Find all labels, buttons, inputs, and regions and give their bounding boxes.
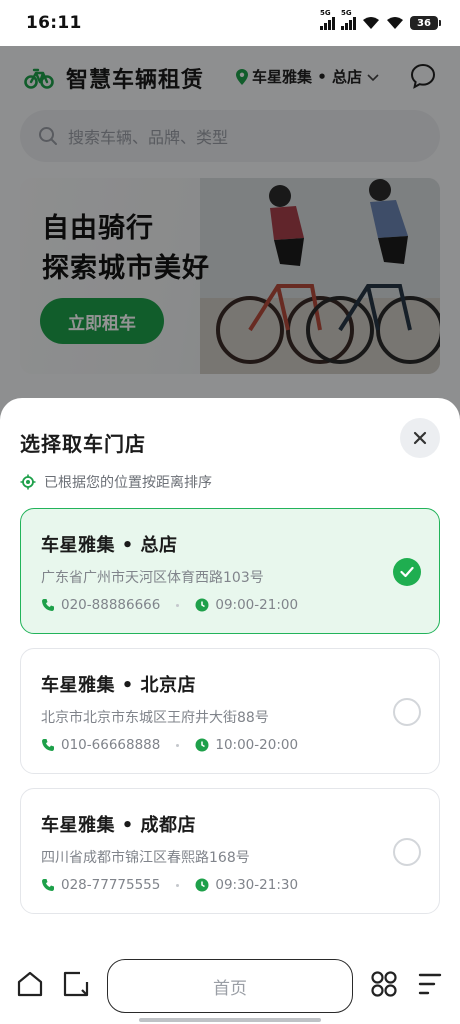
- clock-icon: [195, 598, 209, 612]
- signal-icon: 5G: [341, 9, 356, 30]
- store-meta: 020-88886666 09:00-21:00: [41, 597, 298, 613]
- home-icon[interactable]: [16, 970, 44, 998]
- store-phone: 028-77775555: [61, 877, 161, 893]
- store-meta: 028-77775555 09:30-21:30: [41, 877, 298, 893]
- clock-icon: [195, 878, 209, 892]
- wifi-icon: [387, 17, 403, 29]
- store-card[interactable]: 车星雅集 • 成都店 四川省成都市锦江区春熙路168号 028-77775555…: [20, 788, 440, 914]
- store-name: 车星雅集 • 成都店: [41, 815, 197, 836]
- store-hours: 09:00-21:00: [215, 597, 299, 613]
- locate-icon: [20, 474, 36, 490]
- store-card[interactable]: 车星雅集 • 北京店 北京市北京市东城区王府井大街88号 010-6666888…: [20, 648, 440, 774]
- battery-icon: 36: [410, 16, 441, 30]
- store-picker-sheet: 选择取车门店 已根据您的位置按距离排序 车星雅集 • 总店 广东省广州市天河区体…: [0, 398, 460, 1024]
- store-address: 北京市北京市东城区王府井大街88号: [41, 710, 269, 726]
- home-tab[interactable]: 首页: [107, 959, 353, 1013]
- gesture-bar: [139, 1018, 321, 1022]
- grid-icon[interactable]: [370, 970, 398, 998]
- close-icon: [413, 431, 427, 445]
- separator-dot: [176, 883, 180, 887]
- sort-hint: 已根据您的位置按距离排序: [20, 472, 212, 492]
- separator-dot: [176, 743, 180, 747]
- status-icons: 5G 5G 36: [320, 9, 441, 30]
- wifi-icon: [363, 17, 379, 29]
- bottom-nav: 首页: [0, 944, 460, 1024]
- menu-icon[interactable]: [416, 970, 444, 998]
- store-phone: 010-66668888: [61, 737, 161, 753]
- phone-icon: [42, 739, 54, 751]
- phone-icon: [42, 599, 54, 611]
- clock-icon: [195, 738, 209, 752]
- store-radio[interactable]: [393, 698, 421, 726]
- store-name: 车星雅集 • 总店: [41, 535, 178, 556]
- sheet-title: 选择取车门店: [20, 432, 146, 456]
- status-bar: 16:11 5G 5G 36: [0, 0, 460, 46]
- phone-icon: [42, 879, 54, 891]
- store-meta: 010-66668888 10:00-20:00: [41, 737, 298, 753]
- close-button[interactable]: [400, 418, 440, 458]
- check-icon: [400, 566, 414, 578]
- sort-hint-text: 已根据您的位置按距离排序: [44, 475, 212, 491]
- store-hours: 10:00-20:00: [215, 737, 299, 753]
- status-time: 16:11: [26, 13, 82, 33]
- store-name: 车星雅集 • 北京店: [41, 675, 197, 696]
- store-phone: 020-88886666: [61, 597, 161, 613]
- store-address: 广东省广州市天河区体育西路103号: [41, 570, 264, 586]
- store-radio-checked[interactable]: [393, 558, 421, 586]
- signal-icon: 5G: [320, 9, 335, 30]
- scan-icon[interactable]: [62, 970, 90, 998]
- store-radio[interactable]: [393, 838, 421, 866]
- store-hours: 09:30-21:30: [215, 877, 299, 893]
- separator-dot: [176, 603, 180, 607]
- store-card[interactable]: 车星雅集 • 总店 广东省广州市天河区体育西路103号 020-88886666…: [20, 508, 440, 634]
- store-address: 四川省成都市锦江区春熙路168号: [41, 850, 250, 866]
